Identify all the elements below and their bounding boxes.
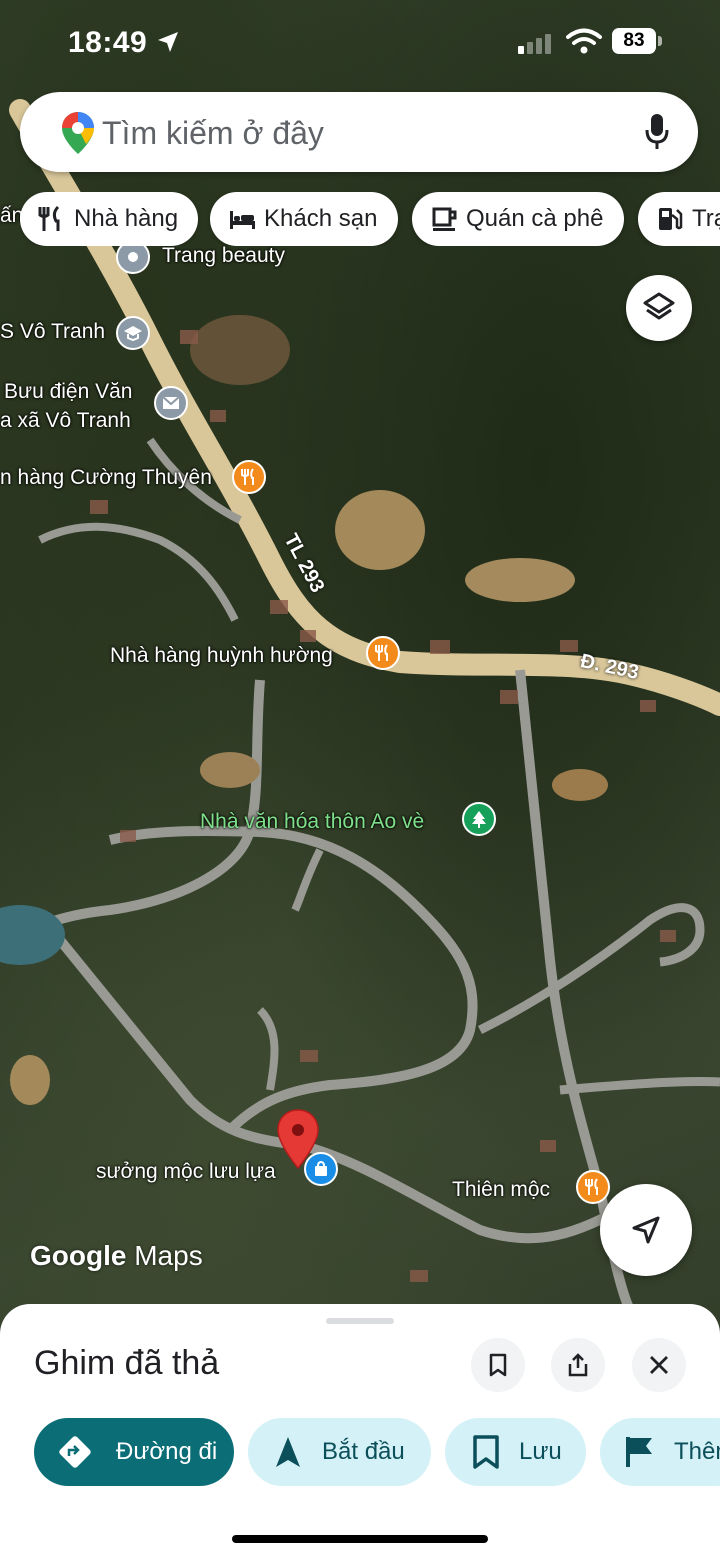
bookmark-icon [473, 1435, 499, 1469]
more-button[interactable]: Thêm [600, 1418, 720, 1486]
save-button[interactable]: Lưu [445, 1418, 586, 1486]
search-bar[interactable] [20, 92, 698, 172]
microphone-icon[interactable] [644, 112, 670, 152]
layers-button[interactable] [626, 275, 692, 341]
tree-icon [472, 811, 486, 828]
flag-icon [626, 1437, 652, 1467]
sheet-grabber[interactable] [326, 1318, 394, 1324]
bed-icon [230, 211, 255, 229]
chip-coffee[interactable]: Quán cà phê [412, 192, 624, 246]
chip-label: Quán cà phê [466, 205, 604, 232]
start-button[interactable]: Bắt đầu [248, 1418, 431, 1486]
sheet-title: Ghim đã thả [34, 1344, 220, 1382]
poi-label-restaurant-cuong[interactable]: n hàng Cường Thuyên [0, 466, 212, 490]
navigation-arrow-icon [632, 1216, 660, 1244]
poi-label-thien-moc[interactable]: Thiên mộc [452, 1178, 550, 1202]
directions-label: Đường đi [116, 1438, 218, 1465]
start-label: Bắt đầu [322, 1438, 405, 1465]
directions-icon [59, 1436, 91, 1468]
fork-knife-icon [375, 644, 388, 661]
maps-logo-text: Maps [134, 1240, 203, 1271]
share-button[interactable] [551, 1338, 605, 1392]
signal-icon [518, 34, 551, 54]
chip-gas-station[interactable]: Trạ [638, 192, 720, 246]
google-logo-text: Google [30, 1240, 127, 1271]
fork-knife-icon [241, 468, 254, 485]
gas-station-icon [659, 208, 683, 230]
more-label: Thêm [674, 1438, 720, 1465]
google-maps-logo: Google Maps [30, 1240, 203, 1272]
save-label: Lưu [519, 1438, 562, 1465]
poi-marker-culture-house[interactable] [462, 802, 496, 836]
google-maps-pin-icon [62, 112, 94, 154]
directions-button[interactable]: Đường đi [34, 1418, 234, 1486]
poi-label-post-office-2[interactable]: a xã Vô Tranh [0, 409, 131, 433]
poi-label-restaurant-huong[interactable]: Nhà hàng huỳnh hường [110, 644, 333, 668]
poi-marker-post-office[interactable] [154, 386, 188, 420]
share-icon [568, 1353, 588, 1377]
poi-marker-restaurant-huong[interactable] [366, 636, 400, 670]
battery-tip [658, 36, 662, 46]
poi-label-suong-moc[interactable]: sưởng mộc lưu lựa [96, 1160, 276, 1184]
poi-marker-thien-moc[interactable] [576, 1170, 610, 1204]
chip-hotels[interactable]: Khách sạn [210, 192, 398, 246]
fork-knife-icon [585, 1178, 598, 1195]
chip-restaurants[interactable]: Nhà hàng [20, 192, 198, 246]
pin-dot-icon [128, 252, 138, 262]
poi-marker-school[interactable] [116, 316, 150, 350]
coffee-icon [432, 207, 457, 231]
navigation-start-icon [276, 1437, 300, 1467]
envelope-icon [162, 396, 180, 409]
location-arrow-icon [158, 32, 178, 52]
chip-label: Trạ [692, 205, 720, 232]
poi-label-trang-beauty[interactable]: Trang beauty [162, 244, 285, 268]
poi-label-post-office-1[interactable]: Bưu điện Văn [4, 380, 132, 404]
wifi-icon [566, 28, 602, 54]
dropped-pin-icon[interactable] [276, 1108, 320, 1172]
home-indicator[interactable] [232, 1535, 488, 1543]
status-bar: 18:49 83 [0, 0, 720, 86]
chip-label: Nhà hàng [74, 205, 179, 232]
poi-label-culture-house[interactable]: Nhà văn hóa thôn Ao vè [200, 810, 424, 834]
poi-marker-restaurant-cuong[interactable] [232, 460, 266, 494]
status-time: 18:49 [68, 26, 148, 59]
close-button[interactable] [632, 1338, 686, 1392]
category-chips: Nhà hàng Khách sạn Quán cà phê Trạ [20, 192, 720, 246]
my-location-button[interactable] [600, 1184, 692, 1276]
graduation-cap-icon [124, 326, 142, 342]
poi-label-school[interactable]: S Vô Tranh [0, 320, 105, 344]
fork-knife-icon [38, 205, 60, 231]
search-input[interactable] [100, 108, 624, 158]
place-bottom-sheet[interactable]: Ghim đã thả Đường đi Bắt đầu Lưu Thê [0, 1304, 720, 1557]
save-bookmark-button[interactable] [471, 1338, 525, 1392]
close-icon [650, 1356, 668, 1374]
bookmark-icon [489, 1353, 507, 1377]
battery-indicator: 83 [612, 28, 656, 54]
layers-icon [643, 292, 675, 320]
chip-label: Khách sạn [264, 205, 378, 232]
